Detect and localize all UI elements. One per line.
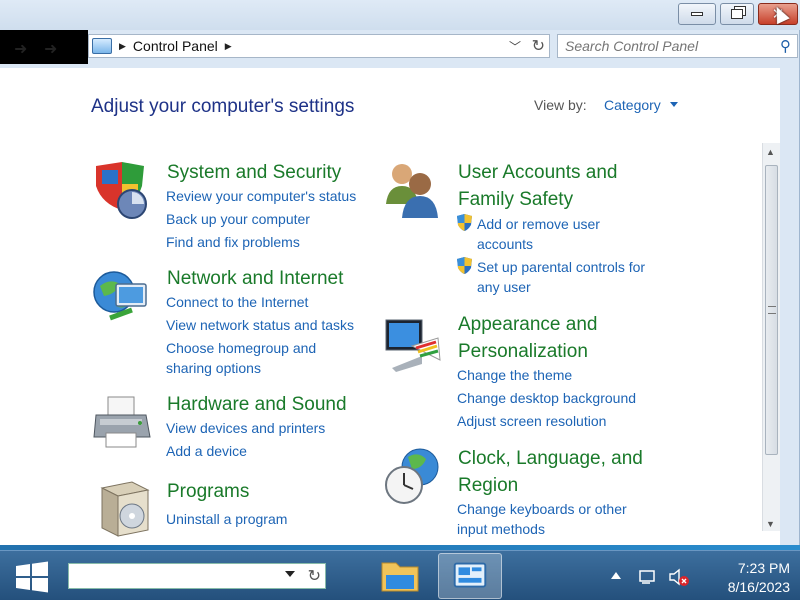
link-screen-resolution[interactable]: Adjust screen resolution [457, 411, 606, 431]
link-uninstall-program[interactable]: Uninstall a program [166, 509, 287, 529]
taskbar: ↻ 7:23 PM 8/16/2023 [0, 550, 800, 600]
windows-start-icon[interactable] [14, 561, 50, 593]
control-panel-taskbar-button[interactable] [438, 553, 502, 599]
programs-box-icon[interactable] [92, 478, 152, 538]
link-any-user[interactable]: any user [477, 277, 531, 297]
taskbar-address-input[interactable]: ↻ [68, 563, 326, 589]
link-accounts[interactable]: accounts [477, 234, 533, 254]
action-center-flag-icon[interactable] [638, 567, 658, 587]
category-title-clock-2[interactable]: Region [458, 472, 518, 499]
control-panel-window: ✕ ➜ ➜ ▶ Control Panel ▶ ﹀ ↻ ⚲ Adjust you… [0, 0, 800, 545]
category-title-user-accounts-1[interactable]: User Accounts and [458, 159, 617, 186]
system-security-icon[interactable] [92, 160, 152, 220]
link-change-keyboards[interactable]: Change keyboards or other [457, 499, 627, 519]
scroll-up-arrow-icon[interactable]: ▲ [766, 147, 775, 157]
scroll-down-arrow-icon[interactable]: ▼ [766, 519, 775, 529]
clock-time: 7:23 PM [737, 560, 790, 576]
content-pane: Adjust your computer's settings View by:… [0, 68, 780, 545]
link-network-status[interactable]: View network status and tasks [166, 315, 354, 335]
link-sharing-options[interactable]: sharing options [166, 358, 261, 378]
breadcrumb-arrow-icon[interactable]: ▶ [119, 41, 126, 52]
minimize-icon [691, 12, 703, 16]
search-input[interactable] [565, 38, 775, 54]
link-connect-internet[interactable]: Connect to the Internet [166, 292, 308, 312]
link-change-theme[interactable]: Change the theme [457, 365, 572, 385]
link-input-methods[interactable]: input methods [457, 519, 545, 539]
uac-shield-icon [457, 214, 472, 231]
restore-button[interactable] [720, 3, 754, 25]
search-box[interactable]: ⚲ [557, 34, 798, 58]
minimize-button[interactable] [678, 3, 716, 25]
link-homegroup[interactable]: Choose homegroup and [166, 338, 316, 358]
search-icon[interactable]: ⚲ [780, 37, 791, 55]
users-icon[interactable] [382, 160, 442, 220]
show-hidden-icons-arrow-icon[interactable] [611, 572, 621, 579]
chevron-down-icon[interactable] [670, 102, 678, 107]
category-title-appearance-2[interactable]: Personalization [458, 338, 588, 365]
vertical-scrollbar[interactable]: ▲ ▼ [762, 143, 780, 531]
category-title-system-security[interactable]: System and Security [167, 159, 341, 186]
view-by-dropdown[interactable]: Category [604, 97, 661, 113]
monitor-palette-icon[interactable] [382, 316, 442, 376]
link-find-fix[interactable]: Find and fix problems [166, 232, 300, 252]
control-panel-icon [453, 562, 487, 588]
address-bar[interactable]: ▶ Control Panel ▶ ﹀ ↻ [88, 34, 550, 58]
refresh-icon[interactable]: ↻ [308, 566, 321, 586]
link-add-device[interactable]: Add a device [166, 441, 247, 461]
category-title-clock-1[interactable]: Clock, Language, and [458, 445, 643, 472]
clock-date: 8/16/2023 [727, 579, 790, 595]
link-back-up[interactable]: Back up your computer [166, 209, 310, 229]
category-title-hardware-sound[interactable]: Hardware and Sound [167, 391, 347, 418]
forward-arrow-icon[interactable]: ➜ [44, 39, 57, 59]
breadcrumb-arrow-icon[interactable]: ▶ [225, 41, 232, 52]
system-clock[interactable]: 7:23 PM 8/16/2023 [700, 559, 790, 597]
network-globe-icon[interactable] [92, 268, 152, 328]
scrollbar-thumb[interactable] [765, 165, 778, 455]
view-by-label: View by: [534, 97, 587, 113]
link-review-status[interactable]: Review your computer's status [166, 186, 356, 206]
link-desktop-background[interactable]: Change desktop background [457, 388, 636, 408]
address-dropdown-icon[interactable]: ﹀ [509, 38, 521, 55]
link-devices-printers[interactable]: View devices and printers [166, 418, 325, 438]
back-arrow-icon[interactable]: ➜ [14, 39, 27, 59]
uac-shield-icon [457, 257, 472, 274]
page-title: Adjust your computer's settings [91, 96, 355, 117]
nav-buttons: ➜ ➜ [0, 30, 88, 64]
grip-icon [768, 306, 776, 314]
category-title-user-accounts-2[interactable]: Family Safety [458, 186, 573, 213]
clock-globe-icon[interactable] [382, 445, 442, 505]
breadcrumb-control-panel[interactable]: Control Panel [133, 38, 218, 54]
link-add-remove-user[interactable]: Add or remove user [477, 214, 600, 234]
printer-icon[interactable] [92, 393, 152, 453]
category-title-programs[interactable]: Programs [167, 478, 249, 505]
refresh-icon[interactable]: ↻ [532, 36, 545, 56]
restore-icon [731, 9, 743, 19]
category-title-network[interactable]: Network and Internet [167, 265, 343, 292]
title-bar[interactable]: ✕ [0, 0, 800, 30]
chevron-down-icon[interactable] [285, 571, 295, 577]
volume-muted-icon[interactable] [668, 567, 690, 587]
category-title-appearance-1[interactable]: Appearance and [458, 311, 597, 338]
link-parental-controls[interactable]: Set up parental controls for [477, 257, 645, 277]
file-explorer-icon[interactable] [370, 553, 430, 599]
control-panel-small-icon [92, 38, 112, 54]
